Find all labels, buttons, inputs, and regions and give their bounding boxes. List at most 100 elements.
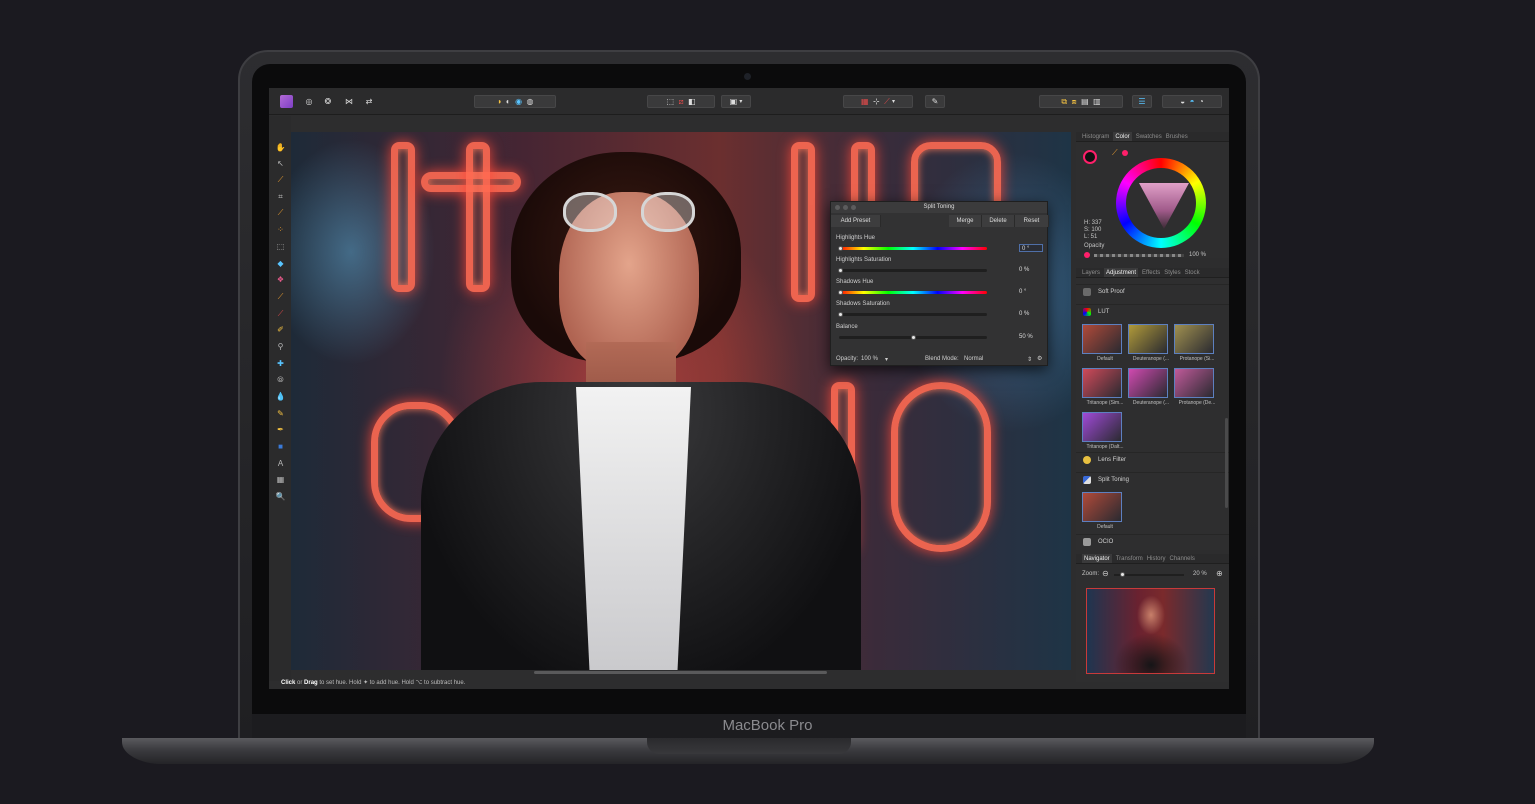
slider-knob[interactable] xyxy=(1120,572,1125,577)
tab-color[interactable]: Color xyxy=(1113,132,1132,141)
align-icon[interactable]: ▥ xyxy=(1093,97,1101,106)
zoom-in-icon[interactable]: ⊕ xyxy=(1216,570,1223,578)
close-dot-icon[interactable] xyxy=(835,205,840,210)
clone-brush-icon[interactable]: ⚲ xyxy=(275,341,286,352)
invert-selection-icon[interactable]: ◧ xyxy=(688,97,696,106)
maximize-dot-icon[interactable] xyxy=(851,205,856,210)
tone-map-persona-icon[interactable]: ⋈ xyxy=(343,95,355,108)
red-eye-icon[interactable]: ⦾ xyxy=(275,374,286,385)
tab-adjustment[interactable]: Adjustment xyxy=(1104,268,1139,277)
app-logo-icon[interactable] xyxy=(280,95,293,108)
chevron-updown-icon[interactable]: ⇕ xyxy=(1027,356,1032,363)
delete-button[interactable]: Delete xyxy=(982,215,1015,227)
opacity-value[interactable]: 100 % xyxy=(861,356,878,362)
zoom-slider[interactable] xyxy=(1114,572,1184,577)
auto-levels-icon[interactable]: ◑ xyxy=(496,97,501,106)
dodge-brush-icon[interactable]: ✐ xyxy=(275,324,286,335)
flood-select-icon[interactable]: ⁘ xyxy=(275,224,286,235)
rectangle-tool-icon[interactable]: ■ xyxy=(275,441,286,452)
split-view-icon[interactable]: ◓ xyxy=(1190,97,1195,106)
shadows-saturation-value[interactable]: 0 % xyxy=(1019,310,1043,318)
gradient-tool-icon[interactable]: ❖ xyxy=(275,274,286,285)
text-tool-icon[interactable]: A xyxy=(275,458,286,469)
lut-preset-thumb[interactable]: Tritanope (Dalt... xyxy=(1082,412,1124,454)
tab-swatches[interactable]: Swatches xyxy=(1136,132,1162,141)
move-back-icon[interactable]: ▤ xyxy=(1081,97,1089,106)
tab-transform[interactable]: Transform xyxy=(1116,554,1143,563)
chevron-down-icon[interactable]: ▾ xyxy=(885,356,888,363)
slider-knob[interactable] xyxy=(838,268,843,273)
lut-preset-thumb[interactable]: Protanope (De... xyxy=(1174,368,1215,410)
slider-knob[interactable] xyxy=(838,312,843,317)
adjustment-scrollbar[interactable] xyxy=(1225,418,1228,508)
deselect-icon[interactable]: ⧄ xyxy=(678,97,683,107)
highlights-hue-slider[interactable] xyxy=(838,246,987,251)
navigator-preview[interactable] xyxy=(1086,588,1215,674)
mirror-view-icon[interactable]: ◔ xyxy=(1199,97,1204,106)
auto-contrast-icon[interactable]: ◐ xyxy=(506,97,511,106)
highlights-hue-value[interactable]: 0 ° xyxy=(1019,244,1043,252)
marquee-tool-icon[interactable]: ⬚ xyxy=(275,241,286,252)
shadows-hue-slider[interactable] xyxy=(838,290,987,295)
move-forward-icon[interactable]: ⧈ xyxy=(1072,97,1077,107)
zoom-value[interactable]: 20 % xyxy=(1193,571,1207,578)
merge-button[interactable]: Merge xyxy=(949,215,982,227)
shadows-hue-value[interactable]: 0 ° xyxy=(1019,288,1043,296)
shadows-saturation-slider[interactable] xyxy=(838,312,987,317)
lut-preset-thumb[interactable]: Protanope (Si... xyxy=(1174,324,1214,366)
tab-brushes[interactable]: Brushes xyxy=(1166,132,1188,141)
arrange-icon[interactable]: ⧉ xyxy=(1061,97,1067,107)
balance-value[interactable]: 50 % xyxy=(1019,333,1043,341)
tab-stock[interactable]: Stock xyxy=(1185,268,1200,277)
zoom-tool-icon[interactable]: 🔍 xyxy=(275,491,286,502)
balance-slider[interactable] xyxy=(839,335,987,340)
slider-knob[interactable] xyxy=(838,246,843,251)
adjustment-ocio[interactable]: OCIO xyxy=(1076,534,1229,548)
adjustment-lens-filter[interactable]: Lens Filter xyxy=(1076,452,1229,466)
lut-preset-thumb[interactable]: Deuteranope (... xyxy=(1128,324,1169,366)
opacity-value[interactable]: 100 % xyxy=(1189,252,1206,259)
canvas-horizontal-scrollbar[interactable] xyxy=(534,671,827,674)
tab-layers[interactable]: Layers xyxy=(1082,268,1100,277)
highlights-saturation-value[interactable]: 0 % xyxy=(1019,266,1043,274)
reset-button[interactable]: Reset xyxy=(1015,215,1049,227)
eyedropper-icon[interactable]: ⟋ xyxy=(1112,148,1118,158)
lut-preset-thumb[interactable]: Default xyxy=(1082,324,1122,366)
move-tool-icon[interactable]: ↖ xyxy=(275,158,286,169)
align-button[interactable]: ☰ xyxy=(1132,95,1152,108)
primary-color-swatch[interactable] xyxy=(1083,150,1097,164)
view-mode-icon[interactable]: ◒ xyxy=(1180,97,1185,106)
add-preset-button[interactable]: Add Preset xyxy=(831,215,881,227)
adjustment-lut[interactable]: LUT xyxy=(1076,304,1229,318)
tab-history[interactable]: History xyxy=(1147,554,1166,563)
tab-styles[interactable]: Styles xyxy=(1164,268,1180,277)
color-picker-tool-icon[interactable]: ⟋ xyxy=(275,174,286,185)
hand-tool-icon[interactable]: ✋ xyxy=(275,142,286,153)
selection-brush-icon[interactable]: ⟋ xyxy=(275,207,286,218)
opacity-slider[interactable] xyxy=(1094,254,1184,257)
auto-colors-icon[interactable]: ◉ xyxy=(515,97,522,106)
select-all-icon[interactable]: ⬚ xyxy=(666,97,674,106)
zoom-out-icon[interactable]: ⊖ xyxy=(1102,570,1109,578)
paint-brush-icon[interactable]: ⟋ xyxy=(275,291,286,302)
split-toning-preset-thumb[interactable]: Default xyxy=(1082,492,1122,534)
slider-knob[interactable] xyxy=(838,290,843,295)
auto-white-balance-icon[interactable]: ◍ xyxy=(527,97,534,106)
adjustment-split-toning[interactable]: Split Toning xyxy=(1076,472,1229,486)
brush-icon[interactable]: ⟋ xyxy=(884,97,890,107)
tab-channels[interactable]: Channels xyxy=(1169,554,1194,563)
pen-button[interactable]: ✎ xyxy=(925,95,945,108)
liquify-persona-icon[interactable]: ❂ xyxy=(322,95,334,108)
gear-icon[interactable]: ⚙ xyxy=(1037,355,1042,362)
color-wheel[interactable] xyxy=(1116,158,1206,248)
develop-persona-icon[interactable]: ◎ xyxy=(303,95,315,108)
tab-effects[interactable]: Effects xyxy=(1142,268,1160,277)
tab-histogram[interactable]: Histogram xyxy=(1082,132,1109,141)
dialog-titlebar[interactable]: Split Toning xyxy=(831,202,1047,213)
quick-mask-button[interactable]: ▣ ▾ xyxy=(721,95,751,108)
blur-brush-icon[interactable]: 💧 xyxy=(275,391,286,402)
erase-brush-icon[interactable]: ⟋ xyxy=(275,308,286,319)
highlights-saturation-slider[interactable] xyxy=(838,268,987,273)
tab-navigator[interactable]: Navigator xyxy=(1082,554,1112,563)
export-persona-icon[interactable]: ⇄ xyxy=(363,95,375,108)
